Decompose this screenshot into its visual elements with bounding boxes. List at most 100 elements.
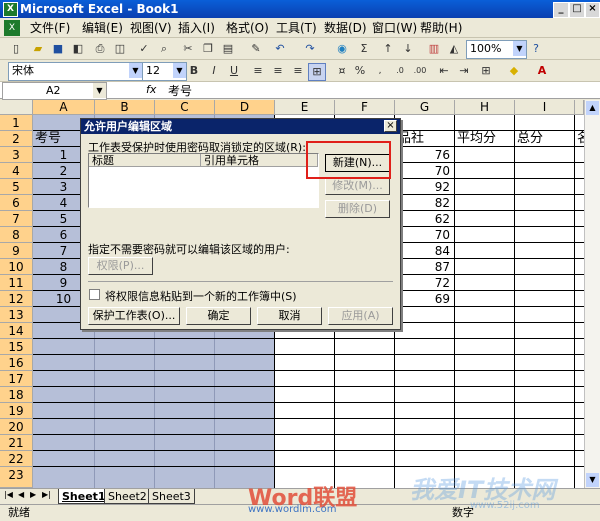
italic-button[interactable]: I xyxy=(206,63,222,79)
row-header[interactable]: 1 xyxy=(0,115,33,131)
align-center-icon[interactable]: ≡ xyxy=(270,63,286,79)
column-ref-header[interactable]: 引用单元格 xyxy=(201,154,318,167)
row-header[interactable]: 8 xyxy=(0,227,33,243)
cut-icon[interactable]: ✂ xyxy=(180,41,196,57)
delete-range-button[interactable]: 删除(D) xyxy=(325,200,390,218)
merge-center-icon[interactable]: ⊞ xyxy=(308,63,326,81)
cell-score[interactable]: 82 xyxy=(395,195,454,211)
column-header-c[interactable]: C xyxy=(155,100,215,115)
comma-style-icon[interactable]: , xyxy=(372,63,388,79)
tab-sheet3[interactable]: Sheet3 xyxy=(148,489,195,504)
row-header[interactable]: 19 xyxy=(0,403,33,419)
tab-sheet1[interactable]: Sheet1 xyxy=(58,489,110,504)
print-icon[interactable]: ⎙ xyxy=(92,41,108,57)
fill-color-icon[interactable]: ◆ xyxy=(506,63,522,79)
font-select[interactable]: 宋体 ▼ xyxy=(8,62,143,81)
increase-decimal-icon[interactable]: .0 xyxy=(392,63,408,79)
menu-tools[interactable]: 工具(T) xyxy=(276,20,317,36)
align-right-icon[interactable]: ≡ xyxy=(290,63,306,79)
decrease-indent-icon[interactable]: ⇤ xyxy=(436,63,452,79)
copy-icon[interactable]: ❐ xyxy=(200,41,216,57)
maximize-button[interactable]: □ xyxy=(569,2,585,18)
first-sheet-icon[interactable]: |◀ xyxy=(4,490,13,499)
row-header[interactable]: 4 xyxy=(0,163,33,179)
align-left-icon[interactable]: ≡ xyxy=(250,63,266,79)
row-header[interactable]: 23 xyxy=(0,467,33,488)
cell-score[interactable]: 87 xyxy=(395,259,454,275)
row-header[interactable]: 6 xyxy=(0,195,33,211)
chart-wizard-icon[interactable]: ▥ xyxy=(426,41,442,57)
undo-icon[interactable]: ↶ xyxy=(272,41,288,57)
cancel-button[interactable]: 取消 xyxy=(257,307,322,325)
row-header[interactable]: 14 xyxy=(0,323,33,339)
prev-sheet-icon[interactable]: ◀ xyxy=(18,490,24,499)
cell-score[interactable]: 92 xyxy=(395,179,454,195)
row-header[interactable]: 17 xyxy=(0,371,33,387)
new-document-icon[interactable]: ▯ xyxy=(8,41,24,57)
ok-button[interactable]: 确定 xyxy=(186,307,251,325)
menu-window[interactable]: 窗口(W) xyxy=(372,20,417,36)
menu-help[interactable]: 帮助(H) xyxy=(420,20,462,36)
column-header-j[interactable] xyxy=(575,100,584,115)
permission-icon[interactable]: ◧ xyxy=(70,41,86,57)
menu-edit[interactable]: 编辑(E) xyxy=(82,20,123,36)
row-header[interactable]: 15 xyxy=(0,339,33,355)
cell-j2[interactable]: 名 xyxy=(577,131,584,147)
chevron-down-icon[interactable]: ▼ xyxy=(513,41,526,56)
row-header[interactable]: 13 xyxy=(0,307,33,323)
minimize-button[interactable]: _ xyxy=(553,2,569,18)
vertical-scrollbar[interactable]: ▲ ▼ xyxy=(584,100,600,488)
cell-score[interactable]: 70 xyxy=(395,227,454,243)
redo-icon[interactable]: ↷ xyxy=(302,41,318,57)
menu-data[interactable]: 数据(D) xyxy=(324,20,367,36)
menu-insert[interactable]: 插入(I) xyxy=(178,20,215,36)
row-header[interactable]: 21 xyxy=(0,435,33,451)
row-header[interactable]: 11 xyxy=(0,275,33,291)
autosum-icon[interactable]: Σ xyxy=(356,41,372,57)
close-window-button[interactable]: × xyxy=(585,2,600,18)
modify-range-button[interactable]: 修改(M)... xyxy=(325,177,390,195)
formula-content[interactable]: 考号 xyxy=(168,82,192,99)
cell-h2[interactable]: 平均分 xyxy=(457,131,513,147)
percent-button[interactable]: % xyxy=(352,63,368,79)
zoom-select[interactable]: 100% ▼ xyxy=(466,40,527,59)
column-header-b[interactable]: B xyxy=(95,100,155,115)
decrease-decimal-icon[interactable]: .00 xyxy=(412,63,428,79)
font-color-icon[interactable]: A xyxy=(534,63,550,79)
excel-app-icon[interactable]: X xyxy=(3,2,18,17)
paste-icon[interactable]: ▤ xyxy=(220,41,236,57)
chevron-down-icon[interactable]: ▼ xyxy=(129,63,142,78)
row-header[interactable]: 10 xyxy=(0,259,33,275)
column-header-i[interactable]: I xyxy=(515,100,575,115)
menu-file[interactable]: 文件(F) xyxy=(30,20,70,36)
help-icon[interactable]: ? xyxy=(528,41,544,57)
cell-i2[interactable]: 总分 xyxy=(517,131,573,147)
row-header[interactable]: 16 xyxy=(0,355,33,371)
row-header[interactable]: 12 xyxy=(0,291,33,307)
cell-score[interactable]: 76 xyxy=(395,147,454,163)
spelling-icon[interactable]: ✓ xyxy=(136,41,152,57)
row-header[interactable]: 18 xyxy=(0,387,33,403)
bold-button[interactable]: B xyxy=(186,63,202,79)
font-size-select[interactable]: 12 ▼ xyxy=(142,62,187,81)
print-preview-icon[interactable]: ◫ xyxy=(112,41,128,57)
underline-button[interactable]: U xyxy=(226,63,242,79)
currency-icon[interactable]: ¤ xyxy=(334,63,350,79)
row-header[interactable]: 5 xyxy=(0,179,33,195)
cell-score[interactable]: 62 xyxy=(395,211,454,227)
menu-view[interactable]: 视图(V) xyxy=(130,20,172,36)
paste-permissions-checkbox[interactable] xyxy=(89,289,100,300)
permissions-button[interactable]: 权限(P)... xyxy=(88,257,153,275)
column-header-g[interactable]: G xyxy=(395,100,455,115)
column-header-e[interactable]: E xyxy=(275,100,335,115)
tab-sheet2[interactable]: Sheet2 xyxy=(104,489,151,504)
next-sheet-icon[interactable]: ▶ xyxy=(30,490,36,499)
drawing-icon[interactable]: ◭ xyxy=(446,41,462,57)
borders-icon[interactable]: ⊞ xyxy=(478,63,494,79)
increase-indent-icon[interactable]: ⇥ xyxy=(456,63,472,79)
cell-g2[interactable]: 品社 xyxy=(398,131,452,147)
scroll-down-icon[interactable]: ▼ xyxy=(586,473,599,487)
column-title-header[interactable]: 标题 xyxy=(89,154,201,167)
open-folder-icon[interactable]: ▰ xyxy=(30,41,46,57)
format-painter-icon[interactable]: ✎ xyxy=(248,41,264,57)
